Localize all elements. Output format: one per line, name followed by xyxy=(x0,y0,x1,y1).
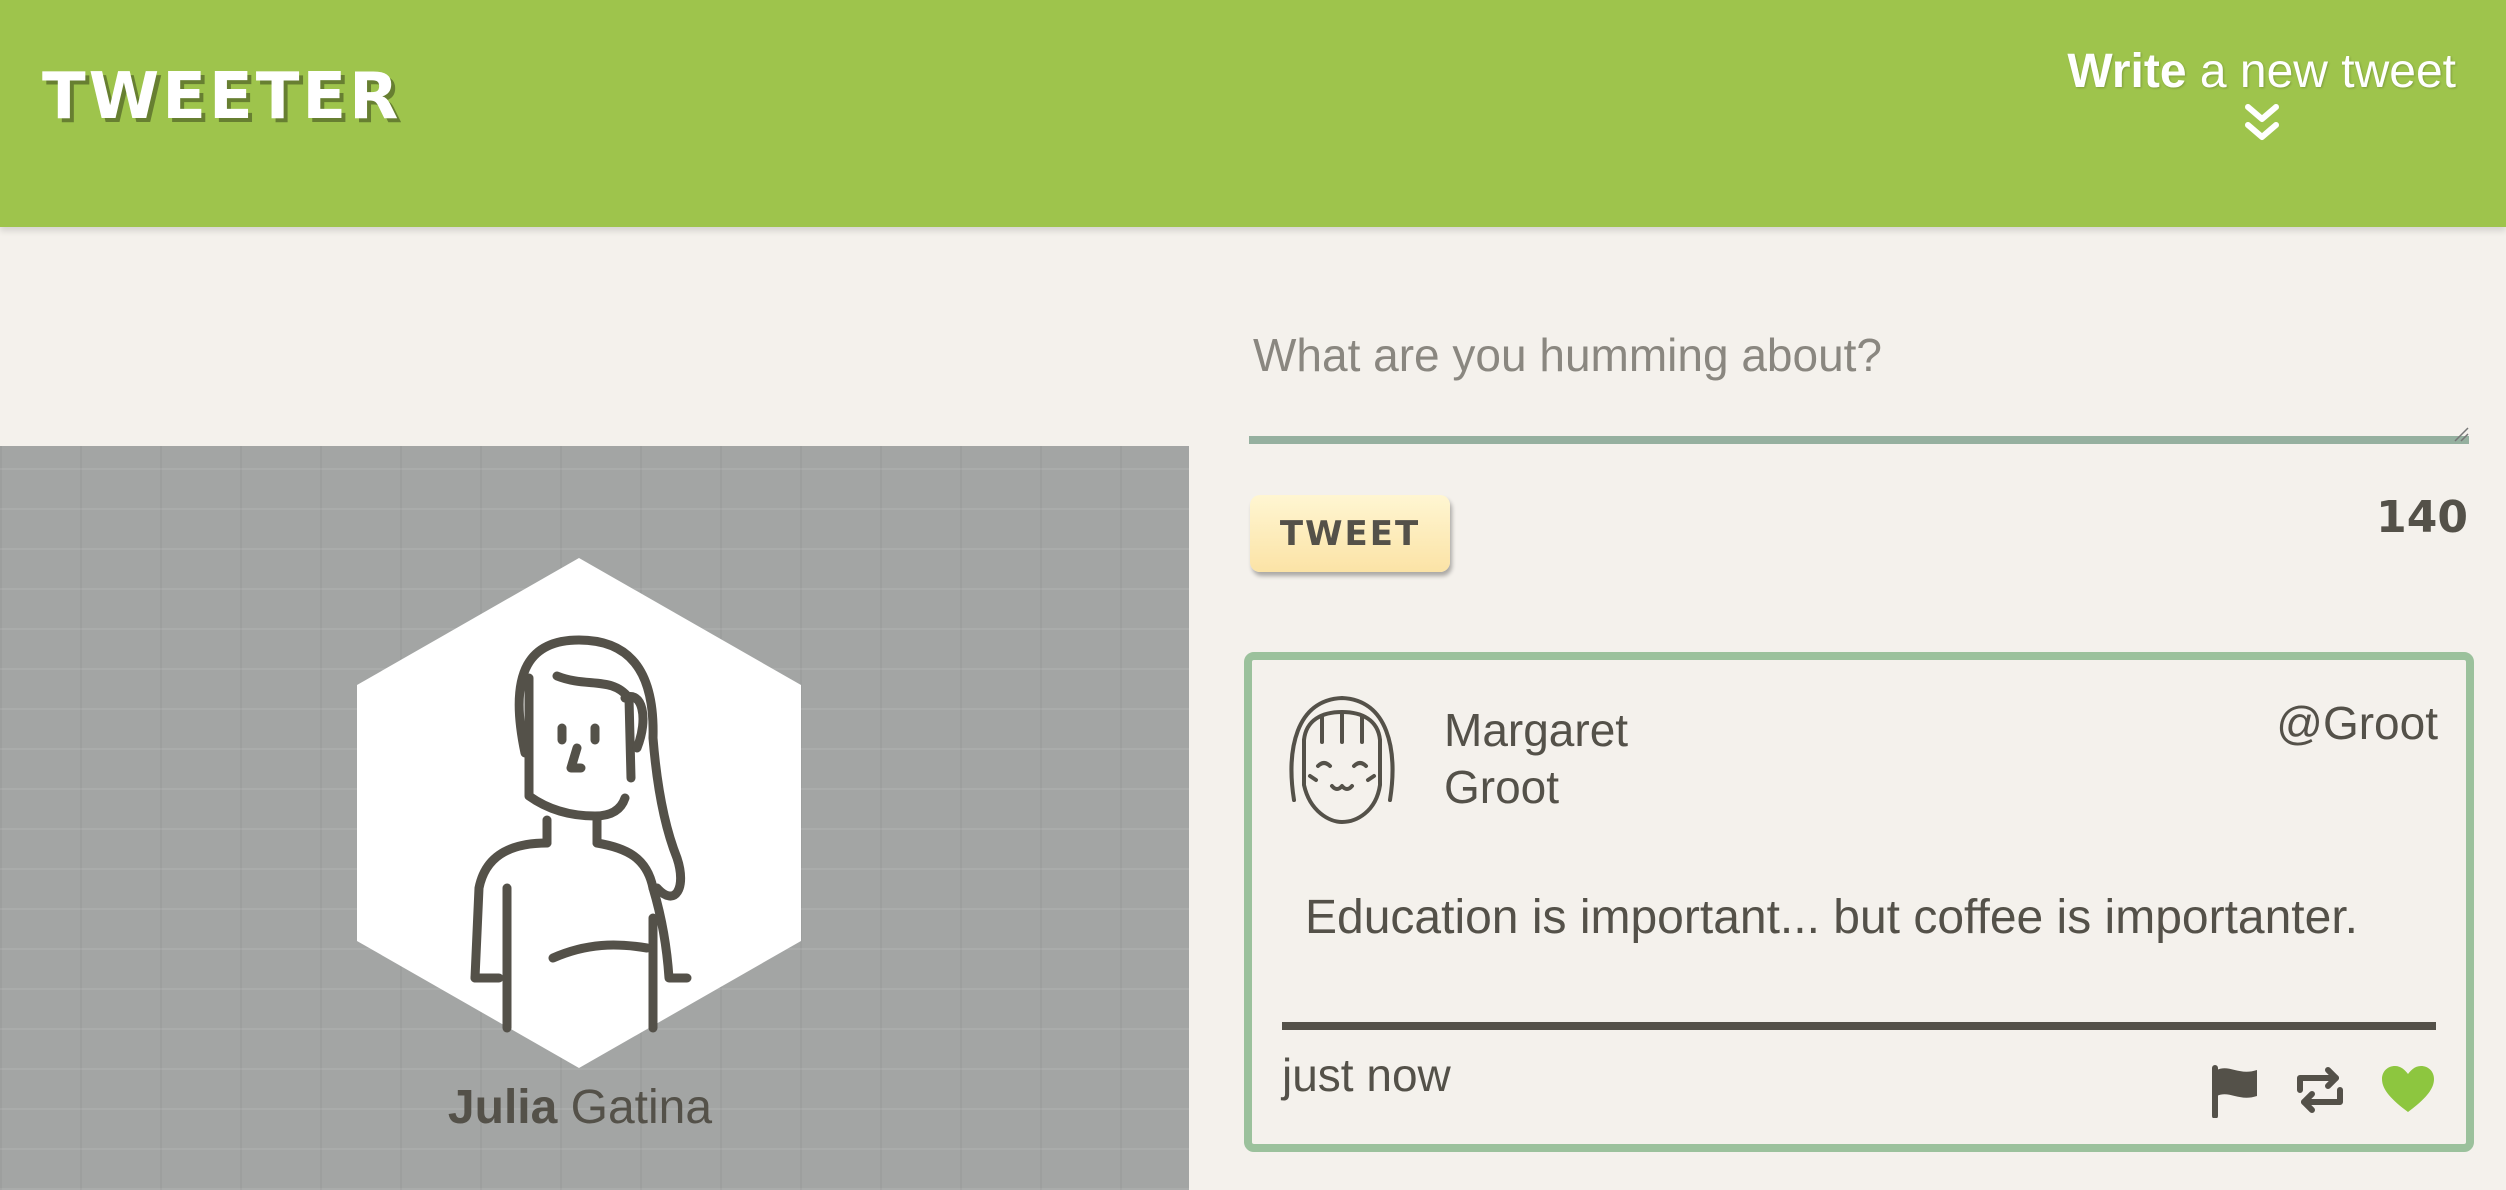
tweet-body: Education is important... but coffee is … xyxy=(1305,891,2358,944)
profile-name: Julia Gatina xyxy=(0,1080,1160,1135)
top-nav-bar: TWEETER Write a new tweet xyxy=(0,0,2506,227)
profile-panel: Julia Gatina xyxy=(0,446,1189,1190)
new-tweet-textarea[interactable] xyxy=(1249,310,2469,444)
tweet-submit-button[interactable]: TWEET xyxy=(1250,495,1450,572)
profile-avatar xyxy=(357,558,801,1068)
profile-first-name: Julia xyxy=(447,1081,558,1134)
toggle-label-rest: a new tweet xyxy=(2186,45,2456,98)
retweet-icon[interactable] xyxy=(2292,1062,2348,1118)
app-logo[interactable]: TWEETER xyxy=(42,60,401,134)
character-counter: 140 xyxy=(2376,492,2468,543)
chevron-double-down-icon[interactable] xyxy=(2242,101,2282,143)
smiling-girl-avatar-icon xyxy=(1289,696,1395,824)
tweet-timestamp: just now xyxy=(1282,1049,1451,1101)
tweet-author-handle[interactable]: @Groot xyxy=(2276,696,2438,750)
toggle-label-bold: Write xyxy=(2067,45,2187,98)
toggle-label: Write a new tweet xyxy=(2067,45,2456,98)
heart-icon[interactable] xyxy=(2380,1062,2436,1118)
resize-handle-icon[interactable] xyxy=(2453,426,2469,442)
tweet-card: Margaret Groot @Groot Education is import… xyxy=(1244,652,2474,1152)
tweet-author-name[interactable]: Margaret Groot xyxy=(1444,702,1744,816)
write-new-tweet-toggle[interactable]: Write a new tweet xyxy=(2067,44,2456,143)
flag-icon[interactable] xyxy=(2207,1062,2263,1118)
tweet-divider xyxy=(1282,1022,2436,1030)
profile-last-name: Gatina xyxy=(557,1081,713,1134)
